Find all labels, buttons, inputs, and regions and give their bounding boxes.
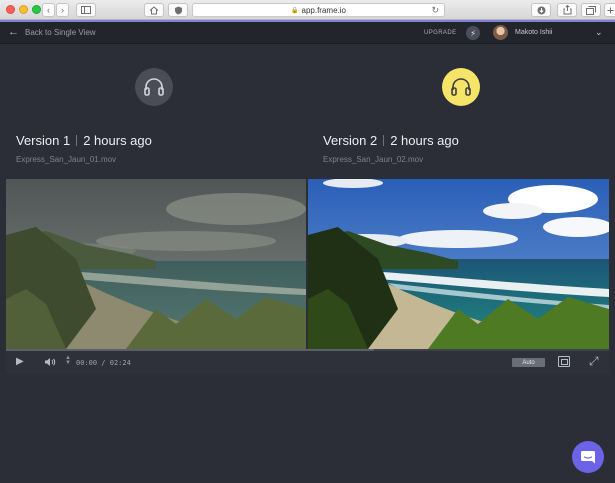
volume-icon[interactable] [44, 357, 56, 370]
new-tab-icon [607, 7, 614, 13]
shield-icon [174, 6, 182, 14]
back-to-single-view-link[interactable]: ← Back to Single View [8, 26, 96, 38]
close-window-icon[interactable] [6, 5, 15, 14]
play-icon[interactable]: ▶ [16, 357, 24, 367]
chevron-right-icon: › [61, 4, 64, 15]
upgrade-link[interactable]: UPGRADE [424, 30, 456, 36]
timecode: 00:00 / 02:24 [76, 359, 131, 367]
back-label: Back to Single View [25, 27, 96, 37]
download-icon [537, 6, 545, 14]
sidebar-toggle-button[interactable] [76, 3, 96, 17]
browser-toolbar: ‹ › 🔒 app.frame.io ↻ [0, 0, 615, 20]
headphones-icon [451, 78, 471, 96]
time-total: 02:24 [109, 359, 131, 367]
tabs-icon [586, 5, 596, 15]
home-icon [149, 5, 159, 14]
chat-launcher-button[interactable] [572, 441, 604, 473]
share-button[interactable] [557, 3, 577, 17]
version-1-title: Version 1 2 hours ago [16, 133, 152, 148]
minimize-window-icon[interactable] [19, 5, 28, 14]
lightning-icon: ⚡︎ [470, 28, 476, 38]
sidebar-icon [81, 6, 91, 14]
progress-bar[interactable] [6, 349, 609, 351]
chevron-left-icon: ‹ [47, 4, 50, 15]
browser-back-button[interactable]: ‹ [42, 3, 55, 17]
quality-select[interactable]: Auto [512, 358, 545, 367]
home-button[interactable] [144, 3, 164, 17]
time-separator: / [101, 359, 106, 367]
reload-icon[interactable]: ↻ [431, 5, 439, 16]
version-2-audio-toggle[interactable] [442, 68, 480, 106]
address-bar[interactable]: 🔒 app.frame.io ↻ [192, 3, 445, 17]
privacy-button[interactable] [168, 3, 188, 17]
version-label: Version 2 [323, 133, 378, 148]
title-divider [76, 135, 78, 146]
coastline-video-image [6, 179, 306, 349]
version-2-title: Version 2 2 hours ago [323, 133, 459, 148]
chat-icon [581, 450, 595, 463]
player-controls: ▶ ▲ ▼ 00:00 / 02:24 Auto ⤢ [6, 349, 609, 374]
version-1-video-frame[interactable] [6, 179, 306, 349]
fit-screen-icon[interactable] [558, 356, 570, 367]
avatar[interactable] [493, 25, 508, 40]
time-current: 00:00 [76, 359, 98, 367]
version-time: 2 hours ago [83, 133, 152, 148]
fullscreen-icon[interactable]: ⤢ [589, 355, 599, 367]
version-2-video-frame[interactable] [308, 179, 609, 349]
new-tab-button[interactable] [604, 3, 615, 17]
show-tabs-button[interactable] [581, 3, 601, 17]
lock-icon: 🔒 [291, 7, 299, 14]
user-name[interactable]: Makoto Ishii [515, 29, 552, 36]
title-divider [383, 135, 385, 146]
zoom-window-icon[interactable] [32, 5, 41, 14]
share-icon [563, 5, 571, 15]
chevron-down-icon[interactable]: ⌄ [595, 27, 603, 38]
buffered-progress [6, 349, 374, 351]
bolt-button[interactable]: ⚡︎ [466, 26, 480, 40]
version-time: 2 hours ago [390, 133, 459, 148]
version-2-file-name: Express_San_Jaun_02.mov [323, 155, 424, 164]
version-1-audio-toggle[interactable] [135, 68, 173, 106]
headphones-icon [144, 78, 164, 96]
browser-forward-button[interactable]: › [56, 3, 69, 17]
address-url: app.frame.io [301, 5, 346, 15]
version-label: Version 1 [16, 133, 71, 148]
version-1-file-name: Express_San_Jaun_01.mov [16, 155, 117, 164]
frame-stepper-icon[interactable]: ▲ ▼ [65, 355, 71, 366]
downloads-button[interactable] [531, 3, 551, 17]
coastline-video-image [308, 179, 609, 349]
arrow-left-icon: ← [8, 26, 19, 38]
app-header: ← Back to Single View UPGRADE ⚡︎ Makoto … [0, 22, 615, 44]
